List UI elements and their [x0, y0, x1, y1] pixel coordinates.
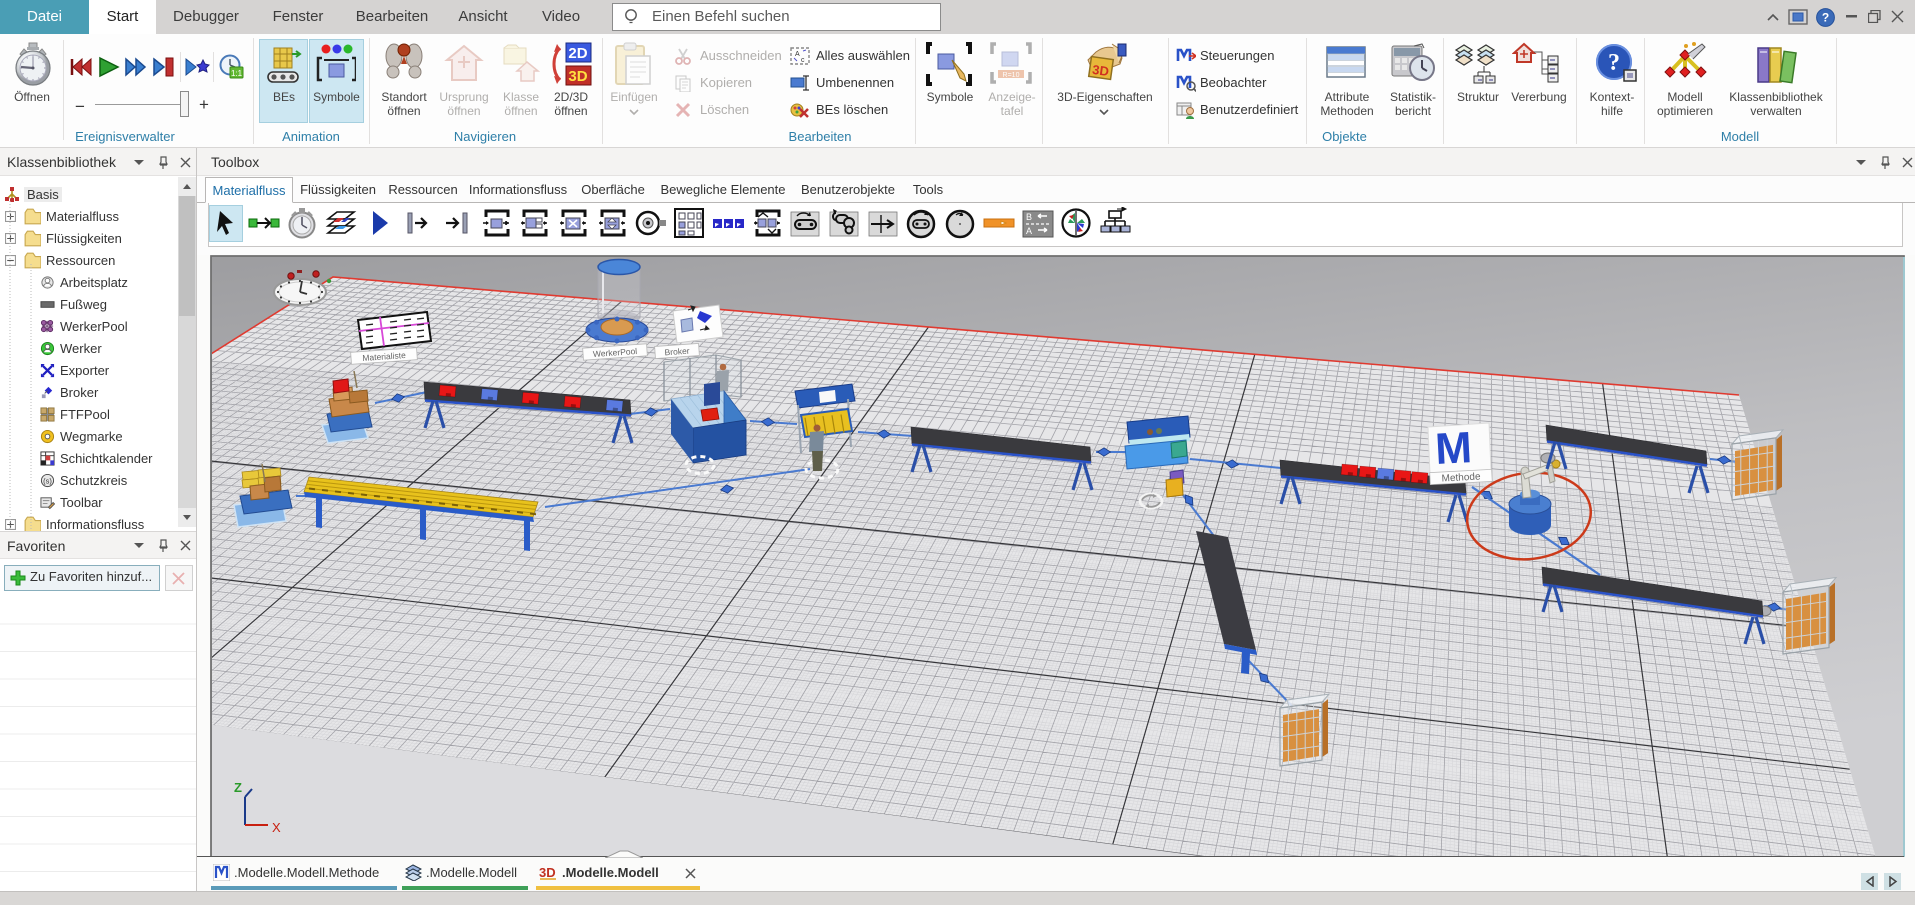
svg-text:3D: 3D — [1091, 62, 1110, 79]
svg-text:?: ? — [1608, 50, 1620, 76]
svg-text:R=10: R=10 — [1003, 72, 1020, 79]
svg-text:Broker: Broker — [664, 346, 690, 358]
svg-text:?: ? — [1822, 11, 1829, 25]
svg-text:3D: 3D — [539, 865, 556, 880]
svg-text:M: M — [1434, 423, 1473, 474]
svg-text:A: A — [1026, 226, 1032, 236]
svg-text:2D: 2D — [568, 45, 587, 62]
svg-text:1:1: 1:1 — [231, 69, 243, 78]
svg-text:Methode: Methode — [1441, 471, 1481, 484]
svg-text:X: X — [272, 820, 281, 835]
svg-text:A: A — [795, 51, 800, 58]
svg-text:3D: 3D — [568, 68, 587, 85]
svg-text:c: c — [801, 57, 805, 64]
svg-text:Z: Z — [234, 780, 242, 795]
svg-text:B: B — [1026, 212, 1032, 222]
